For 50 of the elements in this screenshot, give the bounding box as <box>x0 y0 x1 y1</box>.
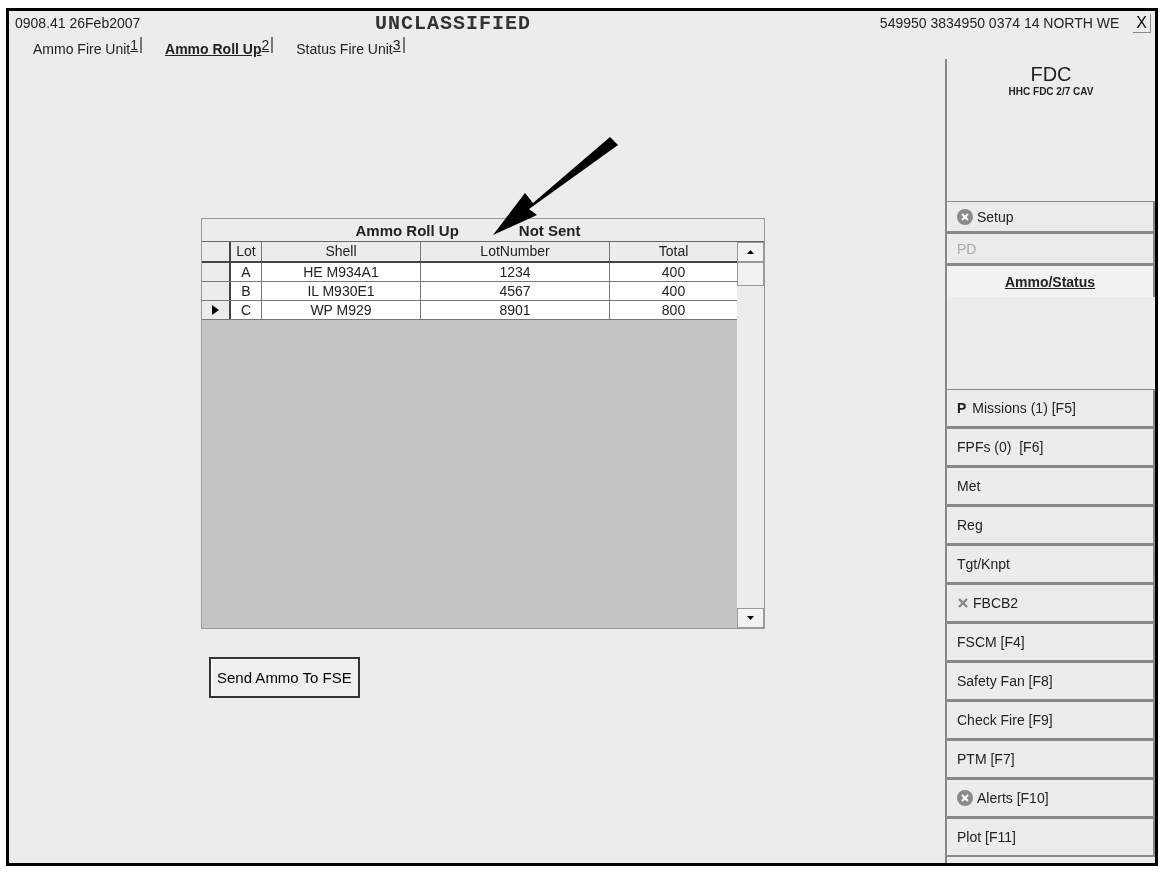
send-status: Not Sent <box>518 221 581 239</box>
scroll-down-icon[interactable] <box>747 616 754 620</box>
row-selector[interactable] <box>202 282 231 300</box>
sidebar-button[interactable]: Safety Fan [F8] <box>947 662 1155 701</box>
sidebar-button[interactable]: Plot [F11] <box>947 818 1155 857</box>
send-ammo-button[interactable]: Send Ammo To FSE <box>209 657 360 698</box>
table-cell: 4567 <box>421 282 610 300</box>
cross-icon <box>957 597 969 609</box>
unit-name: HHC FDC 2/7 CAV <box>1007 86 1095 97</box>
grid-title: Ammo Roll Up <box>355 221 459 239</box>
scroll-up-icon[interactable] <box>747 250 754 254</box>
row-selector[interactable] <box>202 263 231 281</box>
sidebar-button[interactable]: Check Fire [F9] <box>947 701 1155 740</box>
sidebar-button[interactable]: Ammo/Status <box>947 265 1155 297</box>
table-cell-text: 400 <box>660 282 687 300</box>
table-cell-text: 400 <box>660 263 687 281</box>
table-cell: 1234 <box>421 263 610 281</box>
table-cell-text: 800 <box>660 301 687 319</box>
column-header[interactable]: Lot <box>231 242 262 261</box>
sidebar-button[interactable]: Setup <box>947 201 1155 233</box>
table-cell: 8901 <box>421 301 610 319</box>
table-cell: B <box>231 282 262 300</box>
sidebar-button[interactable]: Met <box>947 467 1155 506</box>
table-cell: A <box>231 263 262 281</box>
row-pointer-icon <box>212 305 219 315</box>
column-header[interactable]: Total <box>610 242 737 261</box>
sidebar-button[interactable]: Reg <box>947 506 1155 545</box>
sidebar-button[interactable]: FBCB2 <box>947 584 1155 623</box>
sidebar-button[interactable]: Tgt/Knpt <box>947 545 1155 584</box>
sidebar-title: FDC <box>1029 63 1073 86</box>
grid-position: 549950 3834950 0374 14 NORTH WE <box>879 15 1120 31</box>
error-icon <box>957 790 973 806</box>
table-cell: C <box>231 301 262 319</box>
row-selector[interactable] <box>202 301 231 319</box>
table-cell: HE M934A1 <box>262 263 421 281</box>
column-header[interactable]: LotNumber <box>421 242 610 261</box>
classification-label: UNCLASSIFIED <box>375 11 532 35</box>
sidebar-button[interactable]: FSCM [F4] <box>947 623 1155 662</box>
column-header[interactable]: Shell <box>262 242 421 261</box>
close-button[interactable]: X <box>1133 13 1151 33</box>
table-cell: IL M930E1 <box>262 282 421 300</box>
sidebar-button[interactable]: P Missions (1) [F5] <box>947 389 1155 428</box>
scroll-thumb[interactable] <box>737 262 764 286</box>
sidebar-button[interactable]: FPFs (0) [F6] <box>947 428 1155 467</box>
date-time: 0908.41 26Feb2007 <box>15 15 142 31</box>
table-cell: WP M929 <box>262 301 421 319</box>
sidebar-button[interactable]: PTM [F7] <box>947 740 1155 779</box>
error-icon <box>957 208 973 225</box>
sidebar-button[interactable]: Alerts [F10] <box>947 779 1155 818</box>
scrollbar[interactable] <box>737 242 764 628</box>
